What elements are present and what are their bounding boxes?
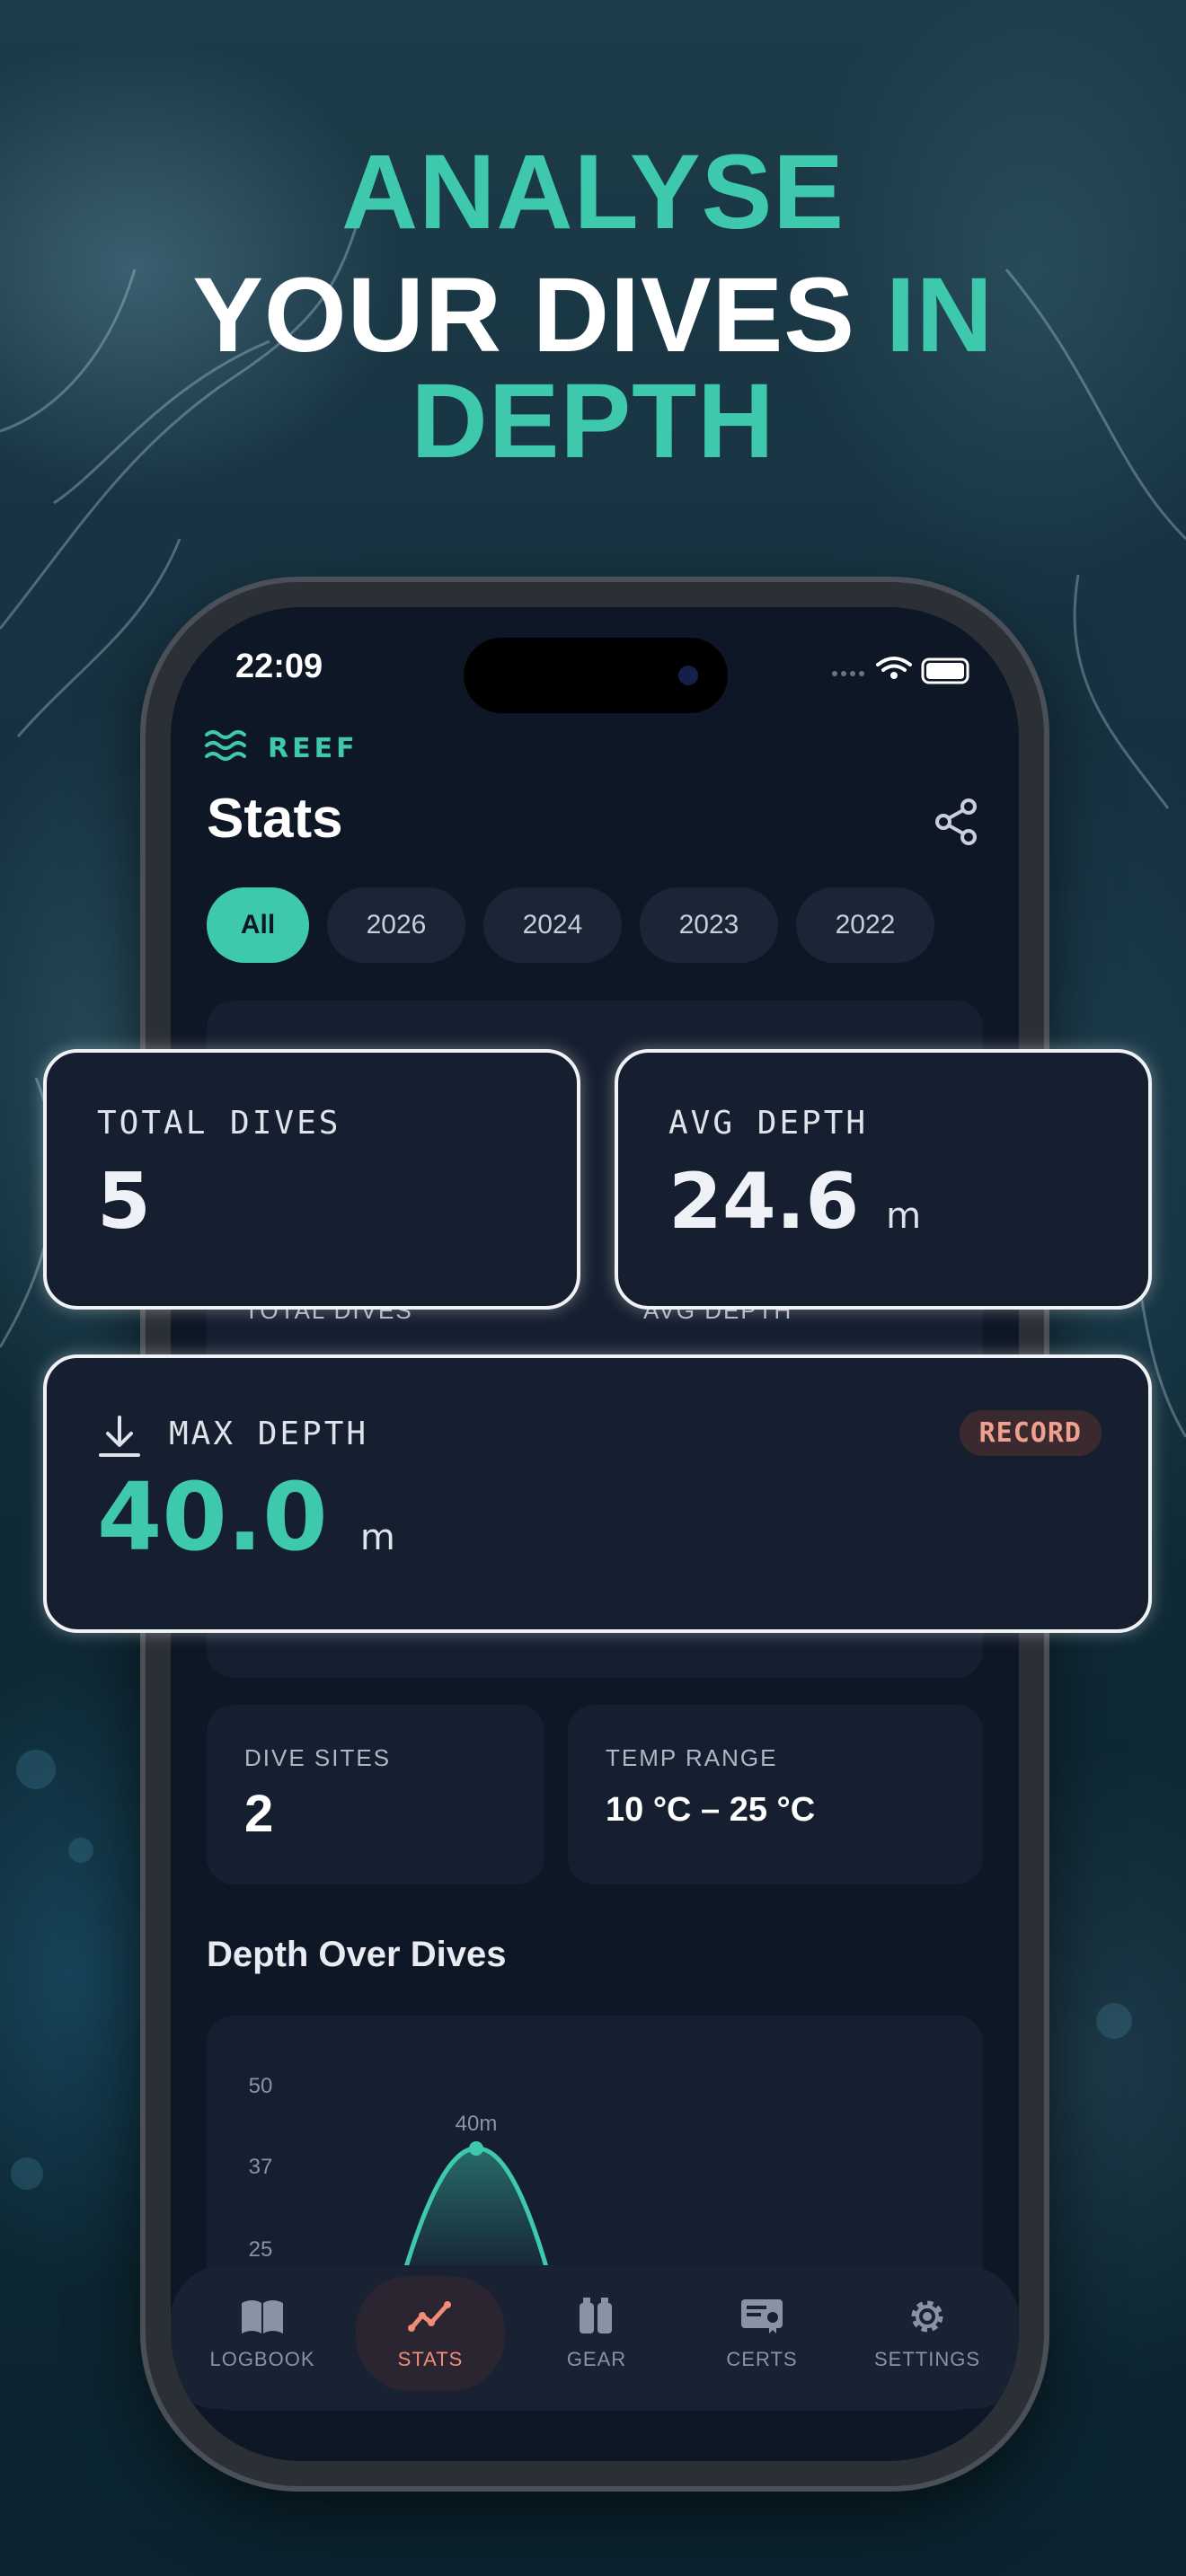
tab-logbook[interactable]: LOGBOOK <box>199 2296 325 2371</box>
status-time: 22:09 <box>235 648 323 685</box>
tab-gear[interactable]: GEAR <box>534 2296 659 2371</box>
max-depth-value-row: 40.0 m <box>97 1462 395 1572</box>
tab-logbook-label: LOGBOOK <box>209 2348 315 2370</box>
headline-line-2: YOUR DIVES IN DEPTH <box>0 262 1186 474</box>
total-dives-label: TOTAL DIVES <box>97 1105 341 1142</box>
headline-line-1: ANALYSE <box>341 133 845 251</box>
max-depth-label: MAX DEPTH <box>169 1416 369 1452</box>
filter-chip-all[interactable]: All <box>207 887 309 963</box>
dive-sites-card: DIVE SITES 2 <box>207 1705 544 1884</box>
waves-logo-icon <box>205 730 246 761</box>
total-dives-card: TOTAL DIVES 5 <box>43 1049 580 1310</box>
download-arrow-icon <box>99 1416 140 1457</box>
headline-white-text: YOUR DIVES <box>192 256 856 375</box>
status-icons <box>832 657 969 684</box>
total-dives-value: 5 <box>97 1157 151 1247</box>
cellular-icon <box>832 671 864 676</box>
filter-chip-2023[interactable]: 2023 <box>640 887 778 963</box>
avg-depth-value-row: 24.6 m <box>668 1157 921 1247</box>
max-depth-value: 40.0 <box>97 1462 328 1572</box>
trend-icon <box>408 2301 451 2332</box>
tab-certs-label: CERTS <box>726 2348 798 2370</box>
filter-chip-2022[interactable]: 2022 <box>796 887 934 963</box>
filter-chip-2024[interactable]: 2024 <box>483 887 622 963</box>
brand-label: REEF <box>268 733 358 764</box>
tab-gear-label: GEAR <box>566 2348 627 2370</box>
temp-range-label: TEMP RANGE <box>606 1744 778 1771</box>
avg-depth-card: AVG DEPTH 24.6 m <box>615 1049 1152 1310</box>
tab-stats[interactable]: STATS <box>367 2296 493 2371</box>
tank-icon <box>580 2298 612 2333</box>
y-tick-25: 25 <box>249 2237 273 2262</box>
share-icon[interactable] <box>934 798 979 846</box>
temp-range-value: 10 °C – 25 °C <box>606 1791 816 1829</box>
filter-chip-2026[interactable]: 2026 <box>327 887 465 963</box>
gear-icon <box>911 2300 943 2333</box>
battery-icon <box>921 657 969 684</box>
max-depth-unit: m <box>359 1517 395 1558</box>
record-badge: RECORD <box>959 1410 1102 1456</box>
y-tick-50: 50 <box>249 2074 273 2098</box>
certificate-icon <box>741 2299 783 2333</box>
dive-sites-label: DIVE SITES <box>244 1744 392 1771</box>
peak-point <box>469 2141 483 2156</box>
max-depth-card: MAX DEPTH RECORD 40.0 m <box>43 1354 1152 1633</box>
temp-range-card: TEMP RANGE 10 °C – 25 °C <box>568 1705 983 1884</box>
peak-label: 40m <box>456 2112 498 2136</box>
dive-sites-value: 2 <box>244 1785 274 1843</box>
avg-depth-unit: m <box>886 1195 922 1237</box>
tab-stats-label: STATS <box>397 2348 464 2370</box>
tab-certs[interactable]: CERTS <box>699 2296 825 2371</box>
book-icon <box>242 2300 283 2333</box>
avg-depth-label: AVG DEPTH <box>668 1105 869 1142</box>
avg-depth-value: 24.6 <box>668 1157 860 1247</box>
tab-settings[interactable]: SETTINGS <box>864 2296 990 2371</box>
camera-dot <box>678 666 698 685</box>
wifi-icon <box>876 657 912 672</box>
y-tick-37: 37 <box>249 2155 273 2179</box>
page-title: Stats <box>207 788 343 850</box>
tab-settings-label: SETTINGS <box>873 2348 980 2370</box>
wifi-dot <box>890 672 898 679</box>
chart-section-title: Depth Over Dives <box>207 1935 507 1974</box>
